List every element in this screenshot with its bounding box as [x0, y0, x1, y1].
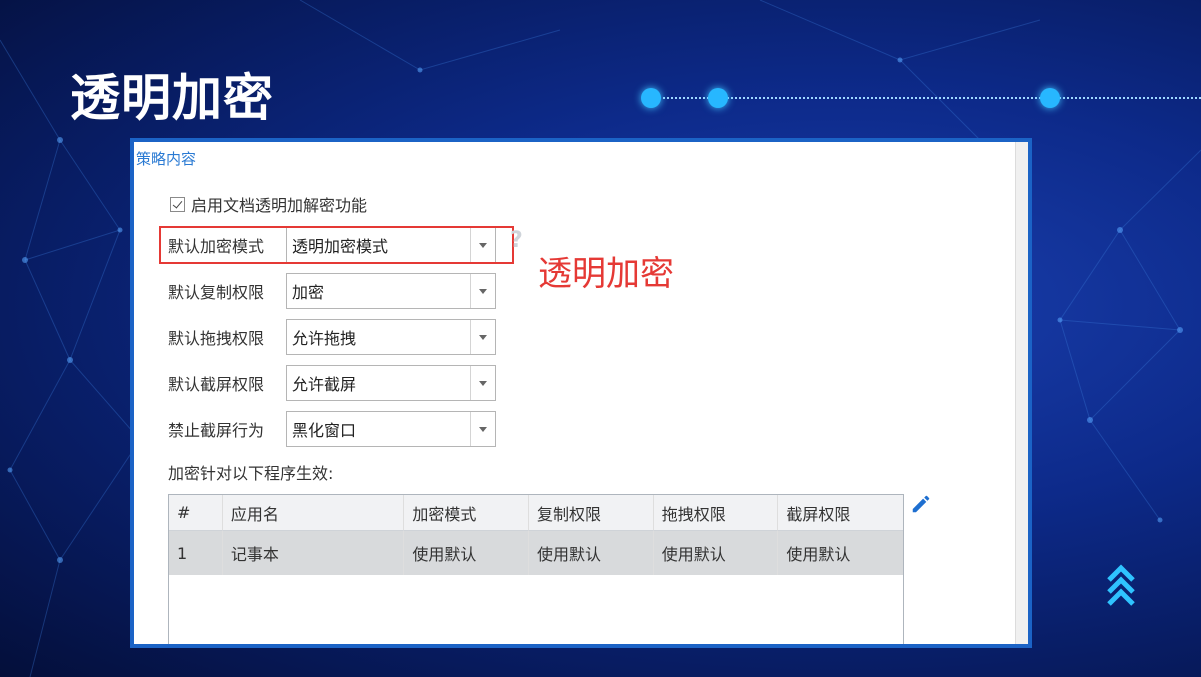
panel-heading: 策略内容	[136, 150, 197, 168]
screenshot-permission-select[interactable]: 允许截屏	[286, 365, 496, 401]
field-block-screenshot-behavior: 禁止截屏行为 黑化窗口	[168, 411, 496, 447]
field-default-drag-permission: 默认拖拽权限 允许拖拽	[168, 319, 496, 355]
field-default-screenshot-permission: 默认截屏权限 允许截屏	[168, 365, 496, 401]
slide-title: 透明加密	[70, 69, 274, 127]
decorative-dot	[708, 88, 728, 108]
table-cell: 1	[169, 531, 223, 575]
table-cell: 使用默认	[653, 531, 779, 575]
column-header[interactable]: 加密模式	[404, 495, 530, 531]
field-label: 默认复制权限	[168, 283, 265, 302]
table-cell: 使用默认	[404, 531, 530, 575]
chevron-down-icon[interactable]	[470, 274, 495, 308]
enable-encryption-label: 启用文档透明加解密功能	[191, 196, 368, 215]
annotation-label: 透明加密	[538, 254, 674, 294]
panel-scrollbar[interactable]	[1015, 142, 1028, 644]
help-icon[interactable]: ?	[510, 228, 523, 253]
table-header-row: # 应用名 加密模式 复制权限 拖拽权限 截屏权限	[169, 495, 903, 531]
column-header[interactable]: 应用名	[222, 495, 405, 531]
block-screenshot-select[interactable]: 黑化窗口	[286, 411, 496, 447]
chevron-down-icon[interactable]	[470, 412, 495, 446]
table-cell: 使用默认	[778, 531, 903, 575]
field-label: 禁止截屏行为	[168, 421, 265, 440]
copy-permission-select[interactable]: 加密	[286, 273, 496, 309]
column-header[interactable]: 截屏权限	[778, 495, 903, 531]
policy-panel: 策略内容 启用文档透明加解密功能 默认加密模式 透明加密模式 默认复制权限 加密…	[130, 138, 1032, 648]
pencil-icon[interactable]	[910, 493, 932, 515]
table-cell: 使用默认	[529, 531, 654, 575]
table-row[interactable]: 1 记事本 使用默认 使用默认 使用默认 使用默认	[169, 531, 903, 575]
column-header[interactable]: 拖拽权限	[653, 495, 779, 531]
select-value: 允许截屏	[292, 375, 357, 394]
program-list-label: 加密针对以下程序生效:	[168, 464, 334, 483]
select-value: 加密	[292, 283, 325, 302]
chevron-up-icon[interactable]	[1105, 562, 1137, 610]
chevron-down-icon[interactable]	[470, 320, 495, 354]
field-default-copy-permission: 默认复制权限 加密	[168, 273, 496, 309]
column-header[interactable]: #	[169, 495, 223, 531]
enable-encryption-checkbox[interactable]	[170, 196, 185, 212]
chevron-down-icon[interactable]	[470, 366, 495, 400]
column-header[interactable]: 复制权限	[529, 495, 654, 531]
table-cell: 记事本	[222, 531, 405, 575]
enable-encryption-option[interactable]: 启用文档透明加解密功能	[170, 192, 367, 216]
decorative-dot	[641, 88, 661, 108]
annotation-highlight-box	[159, 226, 514, 264]
program-table: # 应用名 加密模式 复制权限 拖拽权限 截屏权限 1 记事本 使用默认 使用默…	[168, 494, 904, 644]
drag-permission-select[interactable]: 允许拖拽	[286, 319, 496, 355]
select-value: 允许拖拽	[292, 329, 357, 348]
select-value: 黑化窗口	[292, 421, 357, 440]
field-label: 默认拖拽权限	[168, 329, 265, 348]
field-label: 默认截屏权限	[168, 375, 265, 394]
decorative-dot	[1040, 88, 1060, 108]
decorative-dotted-line	[650, 97, 1201, 101]
